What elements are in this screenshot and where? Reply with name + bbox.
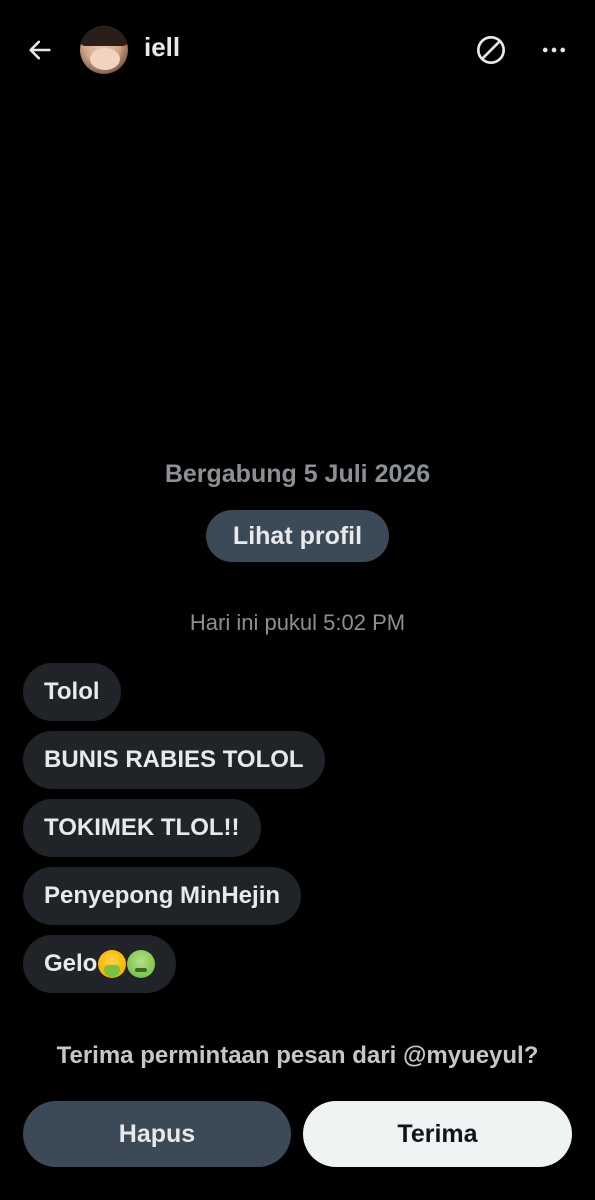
dm-request-screen: iell Bergabung 5 Juli 2026 Lihat profil … (0, 0, 595, 1200)
joined-date: Bergabung 5 Juli 2026 (164, 460, 431, 488)
more-horizontal-icon (542, 47, 566, 53)
conversation-header: iell (0, 0, 595, 100)
message-text: Penyepong MinHejin (44, 882, 281, 909)
back-button[interactable] (20, 30, 60, 70)
face-vomiting-emoji (98, 950, 127, 978)
view-profile-button[interactable]: Lihat profil (206, 510, 389, 562)
arrow-left-icon (29, 40, 51, 60)
message-text: Tolol (44, 678, 100, 705)
message-bubble[interactable]: Gelo (23, 935, 177, 993)
message-bubble[interactable]: Tolol (23, 663, 121, 721)
block-button[interactable] (471, 30, 511, 70)
conversation-name[interactable]: iell (144, 32, 180, 63)
message-bubble[interactable]: Penyepong MinHejin (23, 867, 302, 925)
more-options-button[interactable] (534, 30, 574, 70)
message-text: BUNIS RABIES TOLOL (44, 746, 304, 773)
message-text: TOKIMEK TLOL!! (44, 814, 240, 841)
accept-button[interactable]: Terima (303, 1101, 572, 1167)
message-timestamp: Hari ini pukul 5:02 PM (189, 610, 406, 635)
avatar[interactable] (80, 26, 128, 74)
message-bubble[interactable]: BUNIS RABIES TOLOL (23, 731, 325, 789)
nauseated-face-emoji (127, 950, 156, 978)
block-icon (477, 36, 505, 64)
message-text: Gelo (44, 950, 98, 977)
delete-button[interactable]: Hapus (23, 1101, 291, 1167)
message-request-prompt: Terima permintaan pesan dari @myueyul? (56, 1042, 539, 1069)
message-bubble[interactable]: TOKIMEK TLOL!! (23, 799, 261, 857)
